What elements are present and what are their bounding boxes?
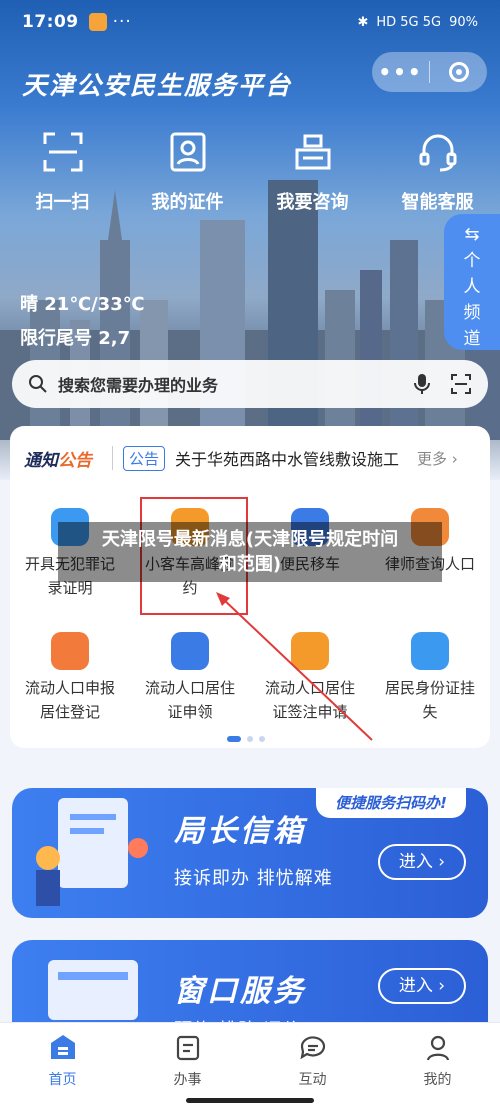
personal-channel-tab[interactable]: ⇆ 个 人 频 道 bbox=[444, 214, 500, 350]
notice-tag: 公告 bbox=[123, 445, 166, 471]
user-icon bbox=[426, 1035, 449, 1061]
traffic-restriction: 限行尾号 2,7 bbox=[20, 328, 131, 349]
status-bar: 17:09 ··· ✱ HD 5G 5G 90% bbox=[0, 0, 500, 44]
id-card-icon bbox=[170, 132, 205, 172]
scan-service-ribbon: 便捷服务扫码办! bbox=[316, 788, 466, 818]
pager-dot bbox=[259, 736, 265, 742]
headset-icon bbox=[419, 134, 456, 172]
consult-icon bbox=[295, 134, 330, 170]
banner-title: 局长信箱 bbox=[174, 814, 306, 849]
service-id-card-report-loss[interactable]: 居民身份证挂 失 bbox=[370, 622, 490, 724]
service-migrant-residence-register[interactable]: 流动人口申报 居住登记 bbox=[10, 622, 130, 724]
director-mailbox-banner[interactable]: 便捷服务扫码办! 局长信箱 接诉即办 排忧解难 进入 › bbox=[12, 788, 488, 918]
tab-profile[interactable]: 我的 bbox=[375, 1023, 500, 1110]
enter-button[interactable]: 进入 › bbox=[378, 968, 466, 1004]
quick-action-smart-service[interactable]: 智能客服 bbox=[375, 130, 500, 214]
carousel-pager bbox=[227, 736, 265, 742]
microphone-icon[interactable] bbox=[412, 373, 432, 395]
switch-arrow-icon: ⇆ bbox=[464, 224, 480, 245]
bottom-tab-bar: 首页 办事 互动 我的 bbox=[0, 1022, 500, 1110]
quick-action-my-id[interactable]: 我的证件 bbox=[125, 130, 250, 214]
notification-app-icon bbox=[88, 13, 107, 31]
service-residence-permit-endorse[interactable]: 流动人口居住 证签注申请 bbox=[250, 622, 370, 724]
search-bar[interactable]: 搜索您需要办理的业务 bbox=[12, 360, 488, 408]
task-icon bbox=[176, 1035, 199, 1061]
office-illustration bbox=[36, 798, 148, 906]
register-icon bbox=[51, 632, 89, 670]
more-menu-button[interactable]: ••• bbox=[372, 60, 429, 84]
notice-logo: 通知公告 bbox=[24, 450, 92, 471]
notice-bar[interactable]: 通知公告 公告 关于华苑西路中水管线敷设施工 更多 › bbox=[12, 438, 486, 478]
home-icon bbox=[50, 1035, 75, 1059]
enter-button[interactable]: 进入 › bbox=[378, 844, 466, 880]
id-loss-icon bbox=[411, 632, 449, 670]
notice-more-link[interactable]: 更多 › bbox=[417, 448, 458, 469]
bluetooth-icon: ✱ bbox=[357, 14, 369, 30]
miniprogram-capsule: ••• bbox=[372, 52, 487, 92]
search-input[interactable]: 搜索您需要办理的业务 bbox=[58, 372, 412, 396]
home-indicator bbox=[186, 1098, 314, 1103]
search-icon bbox=[29, 375, 47, 393]
banner-title: 窗口服务 bbox=[174, 974, 306, 1009]
page-title: 天津公安民生服务平台 bbox=[22, 71, 293, 100]
banner-subtitle: 接诉即办 排忧解难 bbox=[174, 868, 333, 889]
endorse-icon bbox=[291, 632, 329, 670]
notice-text[interactable]: 关于华苑西路中水管线敷设施工 bbox=[175, 446, 415, 470]
quick-actions: 扫一扫 我的证件 我要咨询 智能客服 bbox=[0, 130, 500, 214]
status-time: 17:09 bbox=[22, 12, 79, 32]
more-notifications-icon: ··· bbox=[112, 12, 132, 32]
close-ring-icon bbox=[448, 62, 469, 82]
scan-icon bbox=[43, 132, 82, 172]
close-miniprogram-button[interactable] bbox=[430, 62, 487, 82]
weather-info: 晴 21℃/33℃ 限行尾号 2,7 bbox=[20, 288, 145, 356]
permit-icon bbox=[171, 632, 209, 670]
quick-action-scan[interactable]: 扫一扫 bbox=[0, 130, 125, 214]
quick-action-consult[interactable]: 我要咨询 bbox=[250, 130, 375, 214]
scan-small-icon[interactable] bbox=[450, 373, 472, 395]
pager-dot-active bbox=[227, 736, 241, 742]
battery-indicator: 90% bbox=[449, 14, 478, 30]
tab-interact[interactable]: 互动 bbox=[250, 1023, 375, 1110]
service-residence-permit-apply[interactable]: 流动人口居住 证申领 bbox=[130, 622, 250, 724]
tab-home[interactable]: 首页 bbox=[0, 1023, 125, 1110]
tab-tasks[interactable]: 办事 bbox=[125, 1023, 250, 1110]
pager-dot bbox=[247, 736, 253, 742]
article-title-overlay: 天津限号最新消息(天津限号规定时间 和范围) bbox=[58, 522, 442, 582]
chat-icon bbox=[299, 1036, 325, 1060]
network-indicator: HD 5G 5G bbox=[376, 14, 442, 30]
weather-temperature: 晴 21℃/33℃ bbox=[20, 294, 145, 315]
